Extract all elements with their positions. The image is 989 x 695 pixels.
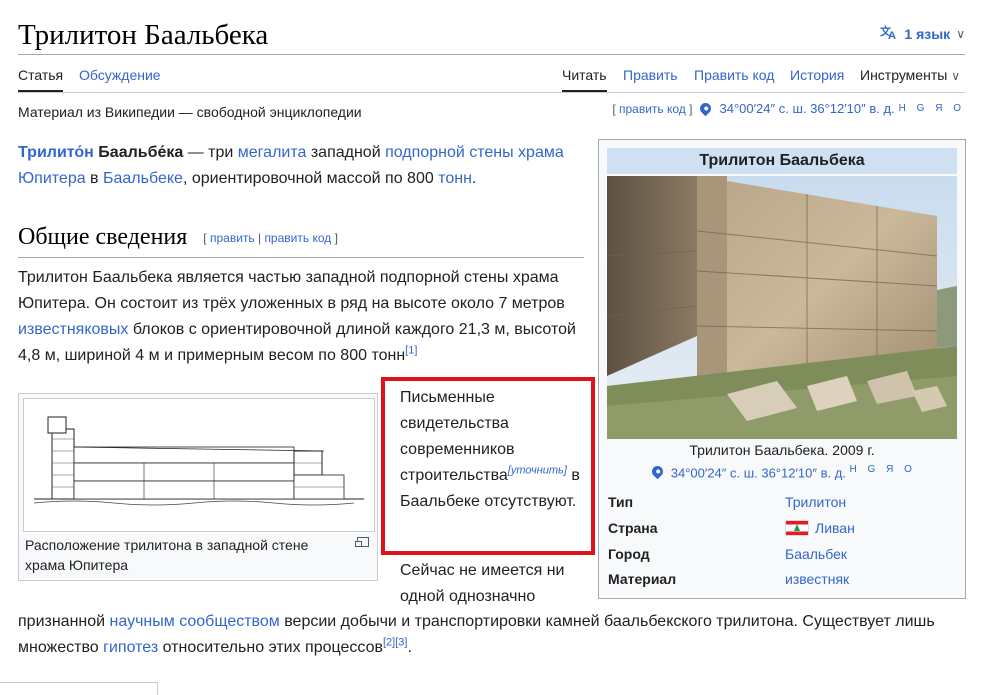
- language-button[interactable]: 文A 1 язык ∨: [880, 24, 965, 43]
- megalith-link[interactable]: мегалита: [238, 144, 307, 161]
- text: .: [471, 170, 477, 187]
- header-coordinates: [ править код ] 34°00′24″ с. ш. 36°12′10…: [612, 100, 965, 117]
- city-link[interactable]: Баальбек: [785, 546, 847, 562]
- text: Письменные свидетельства современников с…: [400, 389, 515, 484]
- section-edit-links: [ править | править код ]: [203, 231, 338, 246]
- infobox-row-city: Город Баальбек: [608, 546, 958, 568]
- section-edit-link[interactable]: править: [210, 231, 255, 245]
- map-service-links[interactable]: H G Я O: [899, 103, 965, 114]
- text: — три: [183, 144, 238, 161]
- enlarge-icon[interactable]: [355, 537, 369, 547]
- section-edit-source-link[interactable]: править код: [264, 231, 331, 245]
- paragraph-3-start: Сейчас не имеется ни одной однозначно: [400, 562, 565, 605]
- text: .: [407, 639, 412, 656]
- tabs-bar: Статья Обсуждение Читать Править Править…: [0, 64, 989, 92]
- infobox-row-material: Материал известняк: [608, 571, 958, 593]
- limestone-link[interactable]: известняковых: [18, 321, 128, 338]
- svg-text:A: A: [888, 30, 896, 40]
- tab-edit[interactable]: Править: [623, 64, 678, 90]
- site-tagline: Материал из Википедии — свободной энцикл…: [18, 104, 362, 120]
- text: относительно этих процессов: [158, 639, 383, 656]
- translate-icon: 文A: [880, 24, 898, 43]
- title-bold-link[interactable]: Трилито́н: [18, 144, 94, 161]
- trilithon-photo[interactable]: [606, 176, 957, 439]
- tab-tools-label: Инструменты: [860, 67, 948, 83]
- infobox-caption: Трилитон Баальбека. 2009 г.: [689, 442, 875, 458]
- chevron-down-icon: ∨: [956, 26, 965, 41]
- edit-source-link[interactable]: править код: [619, 102, 686, 116]
- infobox-coordinates: 34°00′24″ с. ш. 36°12′10″ в. д. H G Я O: [607, 464, 957, 480]
- infobox-row-country: Страна Ливан: [608, 520, 958, 542]
- map-pin-icon[interactable]: [649, 464, 666, 480]
- row-label: Материал: [608, 571, 677, 587]
- infobox-row-type: Тип Трилитон: [608, 494, 958, 516]
- figure-thumbnail: Расположение трилитона в западной стене …: [18, 393, 378, 581]
- material-link[interactable]: известняк: [785, 571, 849, 587]
- reference-link[interactable]: [1]: [405, 345, 417, 357]
- language-button-label: 1 язык: [904, 25, 951, 42]
- general-paragraph: Трилитон Баальбека является частью запад…: [18, 265, 588, 369]
- text: Трилитон Баальбека является частью запад…: [18, 269, 565, 312]
- scientific-community-link[interactable]: научным сообществом: [110, 613, 280, 630]
- edit-bracket: [ править код ]: [612, 101, 693, 116]
- bottom-panel-edge: [0, 682, 158, 695]
- separator: |: [254, 231, 265, 246]
- tab-read[interactable]: Читать: [562, 64, 607, 92]
- chevron-down-icon: ∨: [951, 69, 960, 83]
- text: признанной: [18, 613, 110, 630]
- tab-talk[interactable]: Обсуждение: [79, 64, 161, 90]
- country-link[interactable]: Ливан: [815, 520, 855, 536]
- baalbek-link[interactable]: Баальбеке: [103, 170, 183, 187]
- tab-history[interactable]: История: [790, 64, 844, 90]
- hypotheses-link[interactable]: гипотез: [103, 639, 158, 656]
- tonne-link[interactable]: тонн: [438, 170, 472, 187]
- lebanon-flag-icon: [785, 520, 809, 536]
- type-link[interactable]: Трилитон: [785, 494, 846, 510]
- tab-article[interactable]: Статья: [18, 64, 64, 92]
- row-label: Страна: [608, 520, 658, 536]
- reference-link[interactable]: [3]: [395, 637, 407, 649]
- coordinates-link[interactable]: 34°00′24″ с. ш. 36°12′10″ в. д.: [719, 101, 894, 116]
- wall-diagram-image[interactable]: [23, 398, 375, 532]
- map-pin-icon[interactable]: [698, 100, 714, 117]
- highlighted-text: Письменные свидетельства современников с…: [400, 385, 590, 515]
- page-title: Трилитон Баальбека: [18, 19, 269, 51]
- infobox-title: Трилитон Баальбека: [607, 148, 957, 174]
- text: западной: [306, 144, 386, 161]
- intro-paragraph: Трилито́н Баальбе́ка — три мегалита запа…: [18, 140, 588, 192]
- title-bold-text: Баальбе́ка: [98, 144, 184, 161]
- text: в: [85, 170, 103, 187]
- reference-link[interactable]: [2]: [383, 637, 395, 649]
- tabs-divider: [18, 92, 965, 93]
- tab-tools[interactable]: Инструменты ∨: [860, 64, 960, 90]
- clarify-link[interactable]: [уточнить]: [508, 465, 567, 477]
- figure-caption: Расположение трилитона в западной стене …: [25, 537, 309, 573]
- row-label: Тип: [608, 494, 634, 510]
- title-divider: [18, 54, 965, 55]
- paragraph-3: признанной научным сообществом версии до…: [18, 609, 968, 661]
- map-service-links[interactable]: H G Я O: [850, 464, 916, 475]
- infobox: Трилитон Баальбека Трилитон Баальбека. 2…: [598, 139, 966, 599]
- section-heading-text: Общие сведения: [18, 224, 188, 250]
- text: , ориентировочной массой по 800: [182, 170, 439, 187]
- coordinates-link[interactable]: 34°00′24″ с. ш. 36°12′10″ в. д.: [671, 465, 846, 480]
- row-label: Город: [608, 546, 650, 562]
- section-heading: Общие сведения [ править | править код ]: [18, 222, 584, 259]
- tab-edit-source[interactable]: Править код: [694, 64, 774, 90]
